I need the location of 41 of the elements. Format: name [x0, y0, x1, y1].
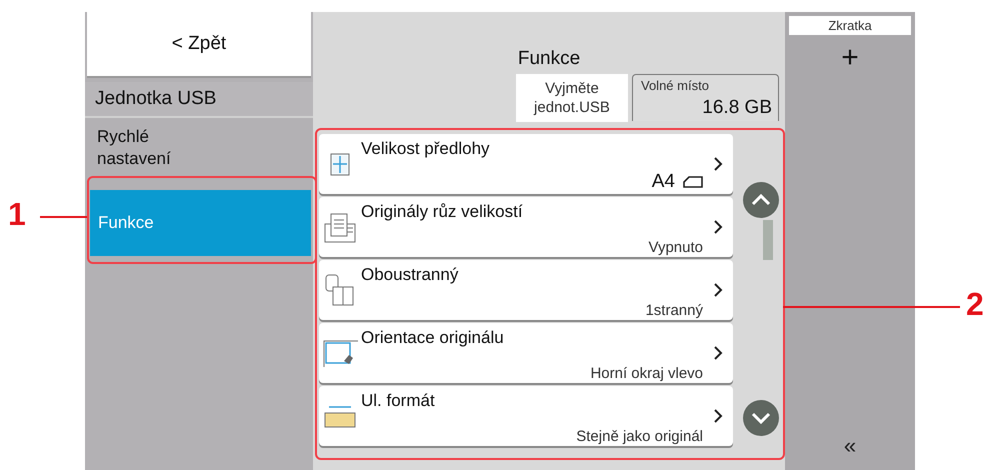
- function-label: Originály růz velikostí: [361, 202, 524, 222]
- sidebar-item[interactable]: Rychlé nastavení: [85, 118, 229, 178]
- function-row[interactable]: Oboustranný 1stranný: [319, 260, 733, 320]
- function-row[interactable]: Orientace originálu Horní okraj vlevo: [319, 323, 733, 383]
- function-row[interactable]: Velikost předlohy A4: [319, 134, 733, 194]
- chevron-right-icon: [713, 156, 723, 172]
- eject-usb-button[interactable]: Vyjměte jednot.USB: [516, 74, 628, 122]
- screen-title: Funkce: [516, 48, 582, 71]
- function-row[interactable]: Originály růz velikostí Vypnuto: [319, 197, 733, 257]
- free-space-value: 16.8 GB: [702, 97, 772, 119]
- function-value: A4: [652, 171, 675, 193]
- scroll-up-button[interactable]: [743, 182, 779, 218]
- chevron-down-icon: [751, 412, 771, 424]
- function-label: Oboustranný: [361, 265, 460, 285]
- scroll-down-button[interactable]: [743, 400, 779, 436]
- sidebar-title: Jednotka USB: [85, 82, 313, 118]
- function-row[interactable]: Ul. formát Stejně jako originál: [319, 386, 733, 446]
- chevron-right-icon: [713, 408, 723, 424]
- leader-line: [40, 216, 87, 218]
- function-label: Ul. formát: [361, 391, 436, 411]
- add-shortcut-button[interactable]: +: [835, 41, 865, 75]
- callout-number: 1: [8, 196, 26, 233]
- function-value: Vypnuto: [648, 239, 703, 256]
- function-value: Horní okraj vlevo: [590, 365, 703, 382]
- function-value: Stejně jako originál: [576, 428, 703, 445]
- two-sided-pages-icon: [324, 273, 356, 307]
- back-button[interactable]: < Zpět: [87, 12, 311, 78]
- callout-number: 2: [966, 286, 984, 323]
- chevron-right-icon: [713, 219, 723, 235]
- chevron-right-icon: [713, 282, 723, 298]
- landscape-orientation-icon: [683, 176, 703, 188]
- function-label: Velikost předlohy: [361, 139, 491, 159]
- chevron-up-icon: [751, 194, 771, 206]
- shortcut-label: Zkratka: [789, 16, 911, 35]
- chevron-right-icon: [713, 345, 723, 361]
- collapse-button[interactable]: «: [838, 432, 862, 460]
- function-label: Orientace originálu: [361, 328, 505, 348]
- function-value: 1stranný: [645, 302, 703, 319]
- document-size-icon: [328, 151, 352, 177]
- scrollbar-thumb[interactable]: [763, 220, 773, 260]
- free-space-label: Volné místo: [641, 78, 709, 93]
